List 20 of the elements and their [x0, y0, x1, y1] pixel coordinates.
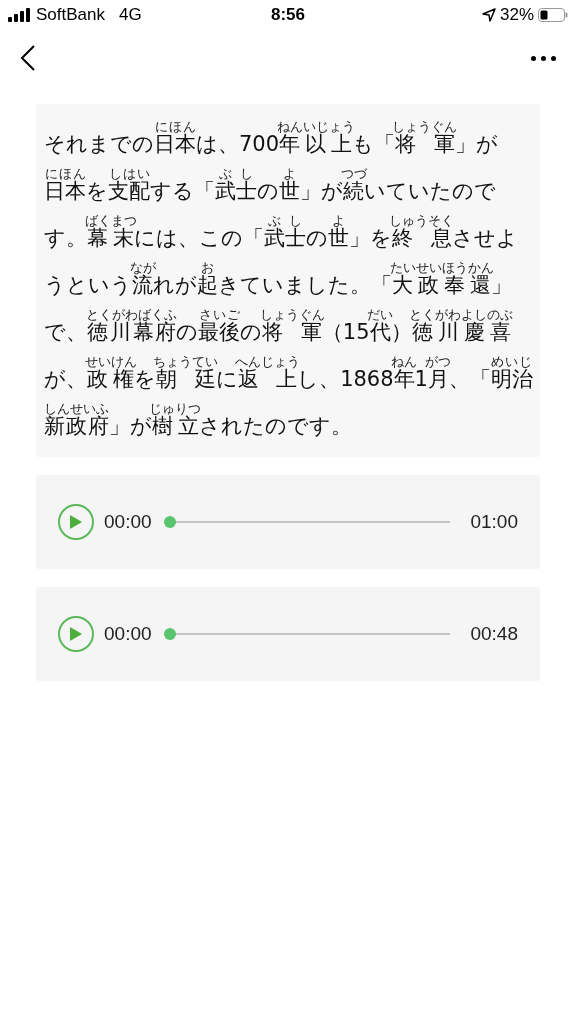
signal-icon: [8, 8, 32, 22]
progress-thumb[interactable]: [163, 516, 176, 528]
play-button[interactable]: [58, 616, 94, 652]
play-icon: [69, 514, 83, 530]
passage-text: それまでの 日本 にほん は、700年以上 ねんいじょう も「将 軍 しょうぐん 」が 日本 にほん を支配 しはい する「武士 ぶし の世 よ 」が続 つづ いていたので す。幕末 ばくまつ には、この「武士 ぶし の世 よ 」を終 息 しゅうそく させよ うという 流 なが れが起 お きていました。「大政奉還 たいせいほうかん 」 で、徳川幕府 とくがわばくふ の最後 さいご の将 軍 しょうぐん （15代 だい ）徳川慶喜 とくがわよしのぶ が、政権 せいけん を朝 廷 ちょうてい に返 上 へんじょう し、1868年 ねん 1月 がつ 、「明治 めいじ 新政府 しんせいふ 」が樹立 じゅりつ されたのです。: [44, 118, 532, 440]
play-icon: [69, 626, 83, 642]
current-time: 00:00: [104, 621, 152, 646]
current-time: 00:00: [104, 509, 152, 534]
network-type: 4G: [119, 4, 142, 27]
carrier-name: SoftBank: [36, 4, 105, 27]
progress-thumb[interactable]: [163, 628, 176, 640]
battery-percent: 32%: [499, 4, 534, 27]
progress-slider[interactable]: [163, 628, 451, 640]
duration-time: 00:48: [470, 621, 518, 646]
location-arrow-icon: [481, 8, 496, 22]
status-time: 8:56: [271, 4, 305, 27]
duration-time: 01:00: [470, 509, 518, 534]
progress-slider[interactable]: [163, 516, 451, 528]
battery-icon: [538, 8, 568, 22]
play-button[interactable]: [58, 504, 94, 540]
